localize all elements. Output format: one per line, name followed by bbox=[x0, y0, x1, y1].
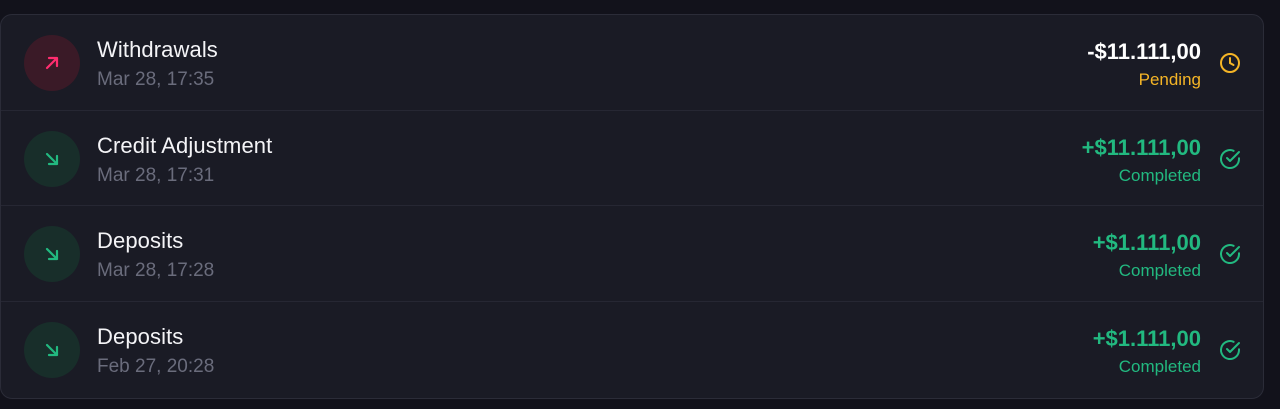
arrow-down-right-icon bbox=[24, 226, 80, 282]
transaction-amount: +$1.111,00 bbox=[1092, 230, 1201, 255]
status-badge: Pending bbox=[1138, 70, 1201, 89]
check-circle-icon bbox=[1220, 244, 1241, 265]
transaction-row[interactable]: Withdrawals Mar 28, 17:35 -$11.111,00 Pe… bbox=[1, 15, 1263, 111]
transaction-amount: +$1.111,00 bbox=[1092, 325, 1201, 351]
transaction-date: Feb 27, 20:28 bbox=[97, 355, 215, 377]
transaction-title: Withdrawals bbox=[97, 37, 218, 62]
transaction-row[interactable]: Deposits Mar 28, 17:28 +$1.111,00 Comple… bbox=[1, 206, 1263, 302]
transaction-title: Credit Adjustment bbox=[97, 132, 273, 158]
transaction-date: Mar 28, 17:35 bbox=[97, 69, 215, 90]
transaction-title: Deposits bbox=[97, 228, 184, 253]
status-badge: Completed bbox=[1118, 261, 1201, 280]
check-circle-icon bbox=[1220, 148, 1241, 169]
arrow-up-right-icon bbox=[24, 35, 80, 91]
status-badge: Completed bbox=[1118, 356, 1201, 376]
status-badge: Completed bbox=[1118, 165, 1201, 185]
transaction-amount: -$11.111,00 bbox=[1087, 39, 1201, 64]
transaction-row[interactable]: Deposits Feb 27, 20:28 +$1.111,00 Comple… bbox=[1, 302, 1263, 398]
transaction-row[interactable]: Credit Adjustment Mar 28, 17:31 +$11.111… bbox=[1, 111, 1263, 206]
arrow-down-right-icon bbox=[24, 130, 80, 187]
transaction-date: Mar 28, 17:31 bbox=[97, 164, 215, 186]
arrow-down-right-icon bbox=[24, 321, 80, 378]
transactions-list: Withdrawals Mar 28, 17:35 -$11.111,00 Pe… bbox=[0, 14, 1264, 399]
transaction-amount: +$11.111,00 bbox=[1081, 134, 1201, 160]
transaction-title: Deposits bbox=[97, 323, 184, 349]
clock-icon bbox=[1220, 53, 1240, 73]
transaction-date: Mar 28, 17:28 bbox=[97, 260, 215, 281]
check-circle-icon bbox=[1220, 339, 1241, 360]
